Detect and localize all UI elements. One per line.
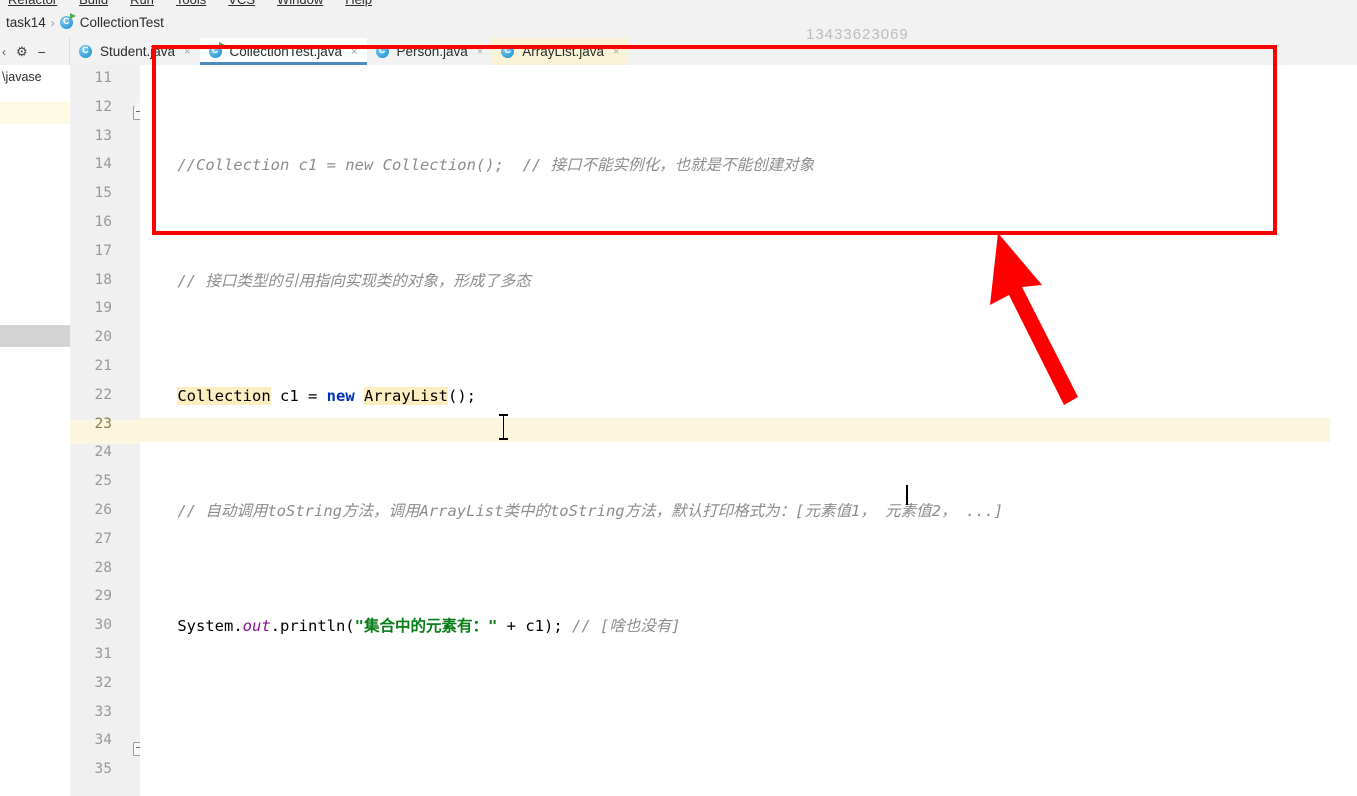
breadcrumb-bar: task14 › CollectionTest [0,12,1357,38]
code-line-14: // 自动调用toString方法，调用ArrayList类中的toString… [140,497,1003,526]
menu-item-tools[interactable]: Tools [176,0,206,7]
line-15-comment: // [啥也没有] [571,617,681,636]
line-number-35: 35 [94,761,112,778]
line-11-comment: //Collection c1 = new Collection(); // 接… [177,156,815,175]
breadcrumb-project[interactable]: task14 [6,15,46,30]
mouse-ibeam-cursor [499,414,508,440]
collapse-arrow-icon[interactable]: ‹ [2,45,6,59]
line-13-tail: (); [448,386,476,405]
menu-items: Refactor Build Run Tools VCS Window Help [8,0,394,7]
code-editor[interactable]: 11 12 13 14 15 16 17 18 19 20 21 22 23 2… [70,65,1357,796]
menu-item-window[interactable]: Window [277,0,323,7]
line-15-out-field: out [242,617,271,636]
line-15-string: "集合中的元素有：" [354,617,498,636]
tab-arraylist-java[interactable]: ArrayList.java × [492,38,629,65]
line-number-34: 34 [94,732,112,749]
line-number-25: 25 [94,473,112,490]
tab-student-java[interactable]: Student.java × [70,38,200,65]
line-number-12: 12 [94,98,112,115]
line-number-24: 24 [94,444,112,461]
line-13-constructor: ArrayList [364,386,448,405]
line-number-11: 11 [94,70,112,86]
menu-item-help[interactable]: Help [345,0,372,7]
line-number-33: 33 [94,703,112,720]
line-15-println: .println( [270,617,355,636]
line-number-22: 22 [94,386,112,403]
line-number-32: 32 [94,674,112,691]
menu-item-run[interactable]: Run [130,0,154,7]
close-icon[interactable]: × [613,46,619,58]
line-number-20: 20 [94,329,112,346]
line-number-gutter[interactable]: 11 12 13 14 15 16 17 18 19 20 21 22 23 2… [70,65,147,796]
text-caret [906,485,908,505]
minimize-icon[interactable]: − [38,44,46,60]
java-class-icon [375,44,389,58]
code-line-11: //Collection c1 = new Collection(); // 接… [140,151,1003,180]
line-number-27: 27 [94,530,112,547]
tab-label: ArrayList.java [522,44,605,59]
tool-window-header: ‹ ⚙ − [0,38,70,65]
project-selected-row[interactable] [0,325,70,347]
java-class-run-icon [208,42,225,58]
watermark-text: 13433623069 [806,26,909,43]
line-number-19: 19 [94,300,112,317]
line-number-15: 15 [94,185,112,202]
project-path-label: \javase [2,70,42,84]
tab-label: CollectionTest.java [229,44,343,59]
close-icon[interactable]: × [351,46,357,58]
breadcrumb-file[interactable]: CollectionTest [80,15,164,30]
code-line-15: System.out.println("集合中的元素有：" + c1); // … [140,612,1003,641]
line-number-13: 13 [94,127,112,144]
line-number-23: 23 [94,415,112,432]
tab-collectiontest-java[interactable]: CollectionTest.java × [199,38,367,65]
line-number-26: 26 [94,502,112,518]
code-text-area[interactable]: //Collection c1 = new Collection(); // 接… [140,65,1357,796]
line-number-29: 29 [94,588,112,605]
line-number-18: 18 [94,271,112,288]
menu-item-refactor[interactable]: Refactor [8,0,57,7]
ide-window: Refactor Build Run Tools VCS Window Help task1… [0,0,1357,796]
menu-item-build[interactable]: Build [79,0,108,7]
tab-list: Student.java × CollectionTest.java × Per… [70,38,629,65]
gear-icon[interactable]: ⚙ [16,44,28,60]
close-icon[interactable]: × [477,46,483,58]
tab-label: Student.java [100,44,176,59]
line-number-31: 31 [94,646,112,662]
run-triangle-icon [218,42,225,48]
line-15-mid: + c1); [497,617,572,636]
annotation-red-arrow [990,233,1078,405]
code-line-13: Collection c1 = new ArrayList(); [140,382,1003,411]
line-number-21: 21 [94,358,112,374]
project-highlight-row [0,102,70,124]
source-code: //Collection c1 = new Collection(); // 接… [140,65,1003,796]
tab-label: Person.java [396,44,468,59]
code-line-12: // 接口类型的引用指向实现类的对象，形成了多态 [140,267,1003,296]
line-13-type: Collection [177,386,271,405]
menu-bar: Refactor Build Run Tools VCS Window Help [0,0,1357,12]
run-triangle-icon [69,13,76,19]
java-class-icon [79,44,92,58]
menu-item-vcs[interactable]: VCS [228,0,255,7]
line-number-17: 17 [94,242,112,259]
project-tool-panel[interactable]: \javase [0,65,71,796]
breadcrumb-separator-icon: › [50,15,55,30]
editor-tab-strip: ‹ ⚙ − Student.java × CollectionTest.java… [0,38,1357,66]
line-number-28: 28 [94,559,112,576]
line-14-comment: // 自动调用toString方法，调用ArrayList类中的toString… [177,501,1004,520]
close-icon[interactable]: × [184,46,190,58]
line-number-30: 30 [94,617,112,634]
line-number-14: 14 [94,156,112,173]
line-13-var: c1 = [270,386,327,405]
line-number-16: 16 [94,214,112,230]
line-12-comment: // 接口类型的引用指向实现类的对象，形成了多态 [177,271,531,290]
line-15-system: System. [177,617,243,636]
tab-person-java[interactable]: Person.java × [367,38,493,65]
java-class-icon [59,13,76,29]
breadcrumb: task14 › CollectionTest [6,13,164,30]
java-library-icon [501,44,515,58]
line-13-new-keyword: new [326,386,355,405]
